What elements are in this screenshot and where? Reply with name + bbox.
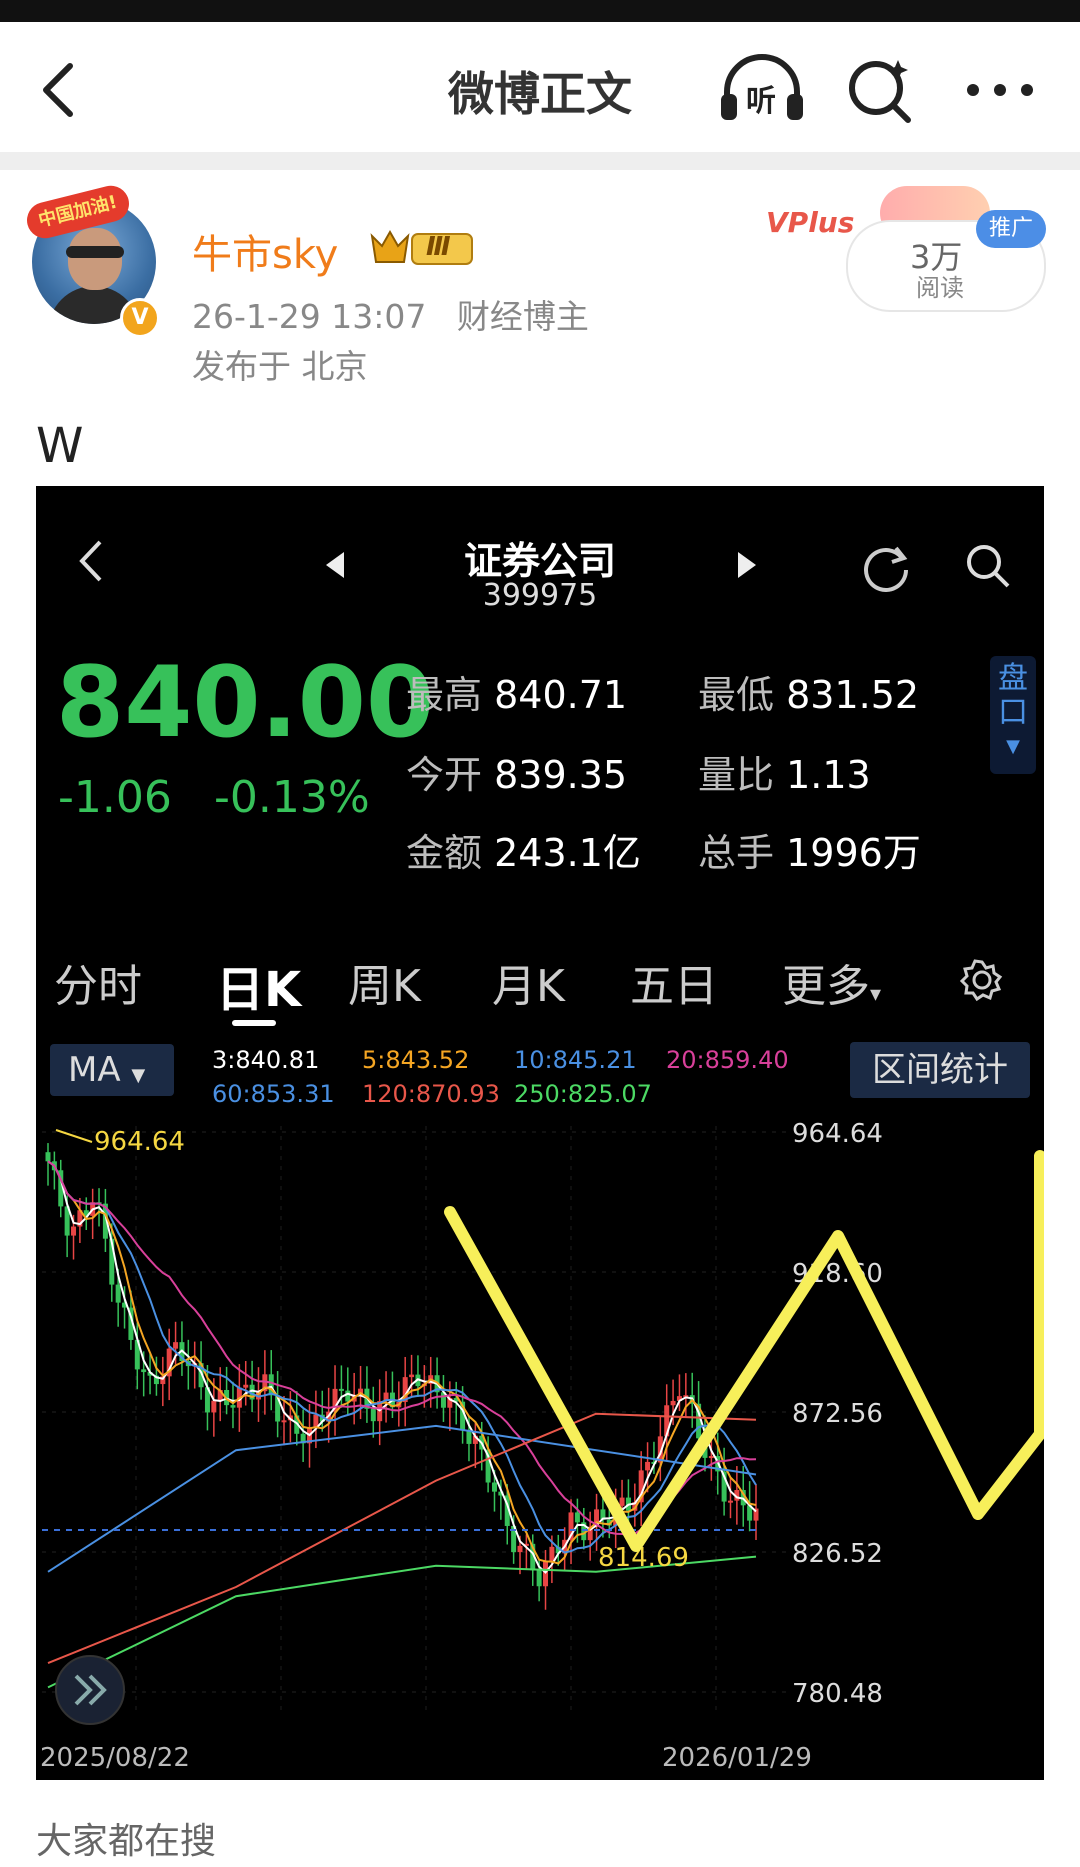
stat-total-hands: 总手 1996万 <box>698 831 921 875</box>
pankou-arrow-icon: ▼ <box>1006 736 1020 757</box>
tab-monthly-k[interactable]: 月K <box>492 950 565 1014</box>
ma3-value: 3:840.81 <box>212 1046 320 1074</box>
candle-body <box>370 1408 376 1422</box>
tab-five-day[interactable]: 五日 <box>630 950 718 1014</box>
vplus-logo: VPlus <box>766 206 855 239</box>
post-text: W <box>36 418 84 474</box>
stat-low: 最低 831.52 <box>698 673 920 717</box>
tab-weekly-k[interactable]: 周K <box>348 950 421 1014</box>
candle-body <box>230 1405 236 1408</box>
member-level: Ⅲ <box>426 232 451 262</box>
next-stock-icon[interactable] <box>736 552 756 578</box>
candle-body <box>466 1430 472 1444</box>
candle-body <box>173 1342 179 1349</box>
status-bar <box>0 0 1080 22</box>
candle-body <box>619 1497 625 1506</box>
stat-volume-ratio: 量比 1.13 <box>698 753 871 797</box>
search-icon <box>849 60 911 123</box>
tab-daily-k[interactable]: 日K <box>216 950 301 1020</box>
candle-body <box>45 1152 51 1162</box>
candle-body <box>645 1461 651 1471</box>
section-divider <box>0 152 1080 170</box>
candle-body <box>491 1482 497 1492</box>
search-button[interactable] <box>840 50 920 130</box>
candle-body <box>281 1420 287 1423</box>
read-count-label: 阅读 <box>916 274 964 302</box>
ma10-value: 10:845.21 <box>514 1046 637 1074</box>
candle-body <box>517 1545 523 1553</box>
listen-button[interactable]: 听 <box>716 50 808 130</box>
verified-badge: V <box>120 298 160 338</box>
ma10-line <box>47 1160 757 1554</box>
username[interactable]: 牛市sky <box>192 222 338 280</box>
candle-body <box>71 1226 77 1236</box>
y-tick-label: 780.48 <box>792 1679 883 1709</box>
candle-body <box>574 1512 580 1523</box>
candle-body <box>345 1390 351 1402</box>
y-tick-label: 872.56 <box>792 1399 883 1429</box>
indicator-selector[interactable]: MA ▼ <box>50 1044 174 1096</box>
refresh-icon[interactable] <box>860 540 912 592</box>
ma5-value: 5:843.52 <box>362 1046 470 1074</box>
range-stats-button[interactable]: 区间统计 <box>850 1042 1030 1098</box>
ma3-line <box>47 1160 757 1574</box>
kline-chart[interactable]: 964.64 918.60 872.56 826.52 780.48 964.6… <box>36 1096 1044 1780</box>
stat-open: 今开 839.35 <box>406 753 628 797</box>
x-start-label: 2025/08/22 <box>40 1743 190 1773</box>
trending-search-label: 大家都在搜 <box>36 1821 217 1862</box>
chart-grid <box>42 1126 786 1716</box>
candle-body <box>243 1384 249 1388</box>
more-dots-icon <box>967 84 1033 96</box>
post-meta: 26-1-29 13:07 财经博主 <box>192 290 589 338</box>
ma20-value: 20:859.40 <box>666 1046 789 1074</box>
candle-body <box>141 1369 147 1373</box>
more-dropdown-icon: ▾ <box>870 982 882 1007</box>
stat-amount: 金额 243.1亿 <box>406 831 641 875</box>
ma20-line <box>47 1160 757 1536</box>
tab-more[interactable]: 更多▾ <box>782 950 881 1014</box>
stock-change: -1.06 <box>58 772 172 823</box>
expand-chart-button[interactable] <box>55 1655 125 1725</box>
post-timestamp: 26-1-29 13:07 <box>192 297 427 336</box>
listen-label: 听 <box>746 84 776 119</box>
candles <box>45 1143 759 1610</box>
stat-high: 最高 840.71 <box>406 673 628 717</box>
ma120-line <box>47 1412 757 1665</box>
candle-body <box>211 1400 217 1413</box>
pankou-button[interactable]: 盘口 ▼ <box>990 656 1036 774</box>
more-button[interactable] <box>960 58 1040 122</box>
w-pattern-overlay <box>444 1150 1044 1552</box>
stock-screenshot[interactable]: 证券公司 399975 840.00 -1.06 -0.13% 最高 840.7… <box>36 486 1044 1780</box>
y-tick-label: 964.64 <box>792 1119 883 1149</box>
stock-search-icon[interactable] <box>964 542 1012 590</box>
candle-body <box>409 1374 415 1378</box>
author-role: 财经博主 <box>456 297 589 336</box>
candle-body <box>338 1388 344 1391</box>
stock-price: 840.00 <box>56 646 435 760</box>
min-annotation: 814.69 <box>598 1543 689 1573</box>
member-crown-badge[interactable]: Ⅲ <box>368 228 474 268</box>
y-tick-label: 826.52 <box>792 1539 883 1569</box>
candle-body <box>727 1500 733 1503</box>
tab-fenshi[interactable]: 分时 <box>54 950 142 1014</box>
candle-body <box>670 1400 676 1406</box>
max-annotation: 964.64 <box>94 1127 185 1157</box>
ma250-line <box>47 1555 757 1689</box>
stock-change-pct: -0.13% <box>214 772 370 823</box>
x-end-label: 2026/01/29 <box>662 1743 812 1773</box>
candle-body <box>536 1570 542 1587</box>
candle-body <box>549 1546 555 1561</box>
indicator-dropdown-icon: ▼ <box>131 1065 146 1086</box>
crown-icon <box>370 229 473 265</box>
post-location: 发布于 北京 <box>192 347 368 386</box>
candle-body <box>708 1456 714 1459</box>
promotion-tag: 推广 <box>976 210 1046 248</box>
active-tab-indicator <box>232 1020 276 1026</box>
candle-body <box>115 1284 121 1303</box>
settings-gear-icon[interactable] <box>960 958 1004 1002</box>
ma-lines <box>47 1160 757 1689</box>
